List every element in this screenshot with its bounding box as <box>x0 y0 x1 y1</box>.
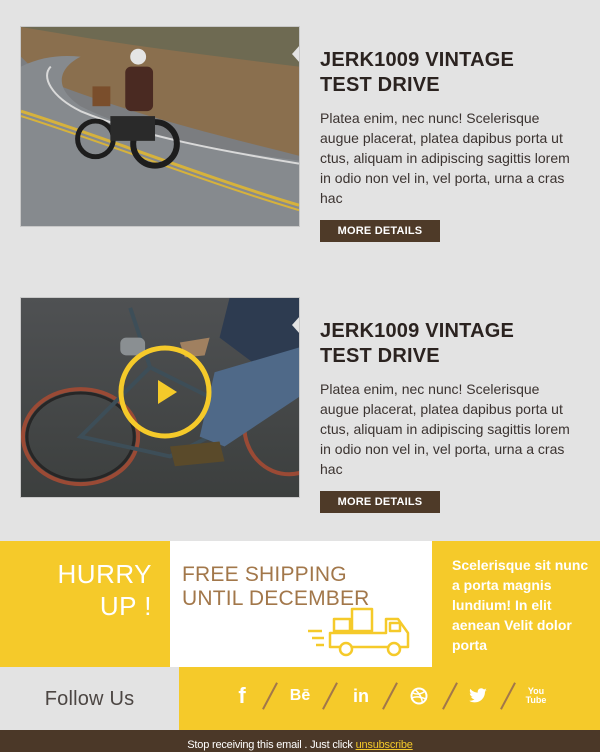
more-details-button[interactable]: MORE DETAILS <box>320 491 440 513</box>
bicycle-video[interactable] <box>20 297 300 498</box>
title-line: TEST DRIVE <box>320 74 440 96</box>
hurry-up-block: HURRY UP ! <box>0 541 170 667</box>
truck-icon <box>308 607 410 657</box>
shipping-line: FREE SHIPPING <box>182 563 347 586</box>
dribbble-glyph <box>410 687 428 705</box>
dribbble-icon[interactable] <box>409 683 429 709</box>
footer-text: Stop receiving this email . Just click <box>187 739 353 751</box>
article-title: JERK1009 VINTAGE TEST DRIVE <box>320 319 560 369</box>
motorcycle-photo[interactable] <box>20 26 300 227</box>
follow-us-label: Follow Us <box>44 688 135 710</box>
hurry-line: UP ! <box>99 591 152 621</box>
free-shipping-block: FREE SHIPPING UNTIL DECEMBER <box>170 541 432 667</box>
article-card: JERK1009 VINTAGE TEST DRIVE Platea enim,… <box>0 26 600 256</box>
separator <box>442 682 458 710</box>
hurry-line: HURRY <box>57 559 152 589</box>
twitter-icon[interactable] <box>467 683 489 709</box>
title-line: TEST DRIVE <box>320 345 440 367</box>
more-details-button[interactable]: MORE DETAILS <box>320 220 440 242</box>
article-description: Platea enim, nec nunc! Scelerisque augue… <box>320 110 570 206</box>
photo-notch <box>292 45 299 63</box>
article-description: Platea enim, nec nunc! Scelerisque augue… <box>320 381 570 477</box>
separator <box>322 682 338 710</box>
unsubscribe-link[interactable]: unsubscribe <box>356 739 413 751</box>
behance-icon[interactable]: Bē <box>287 683 313 709</box>
separator <box>382 682 398 710</box>
facebook-icon[interactable]: f <box>235 683 249 709</box>
play-icon <box>118 345 212 439</box>
linkedin-icon[interactable]: in <box>351 683 371 709</box>
motorcycle-image <box>21 27 299 226</box>
promo-side-text: Scelerisque sit nunc a porta magnis lund… <box>452 557 589 653</box>
follow-us-block: Follow Us <box>0 667 179 730</box>
title-line: JERK1009 VINTAGE <box>320 49 515 71</box>
twitter-glyph <box>469 688 487 703</box>
free-shipping-text: FREE SHIPPING UNTIL DECEMBER <box>182 563 370 611</box>
footer: Stop receiving this email . Just click u… <box>0 730 600 752</box>
title-line: JERK1009 VINTAGE <box>320 320 515 342</box>
separator <box>500 682 516 710</box>
promo-banner: HURRY UP ! FREE SHIPPING UNTIL DECEMBER … <box>0 541 600 667</box>
play-button[interactable] <box>117 344 213 440</box>
photo-notch <box>292 316 299 334</box>
article-card: JERK1009 VINTAGE TEST DRIVE Platea enim,… <box>0 297 600 527</box>
unsubscribe-notice: Stop receiving this email . Just click u… <box>0 739 600 751</box>
social-links: f Bē in You Tube <box>179 667 600 730</box>
youtube-text: Tube <box>525 695 547 705</box>
article-title: JERK1009 VINTAGE TEST DRIVE <box>320 48 560 98</box>
separator <box>262 682 278 710</box>
youtube-icon[interactable]: You Tube <box>525 683 547 709</box>
